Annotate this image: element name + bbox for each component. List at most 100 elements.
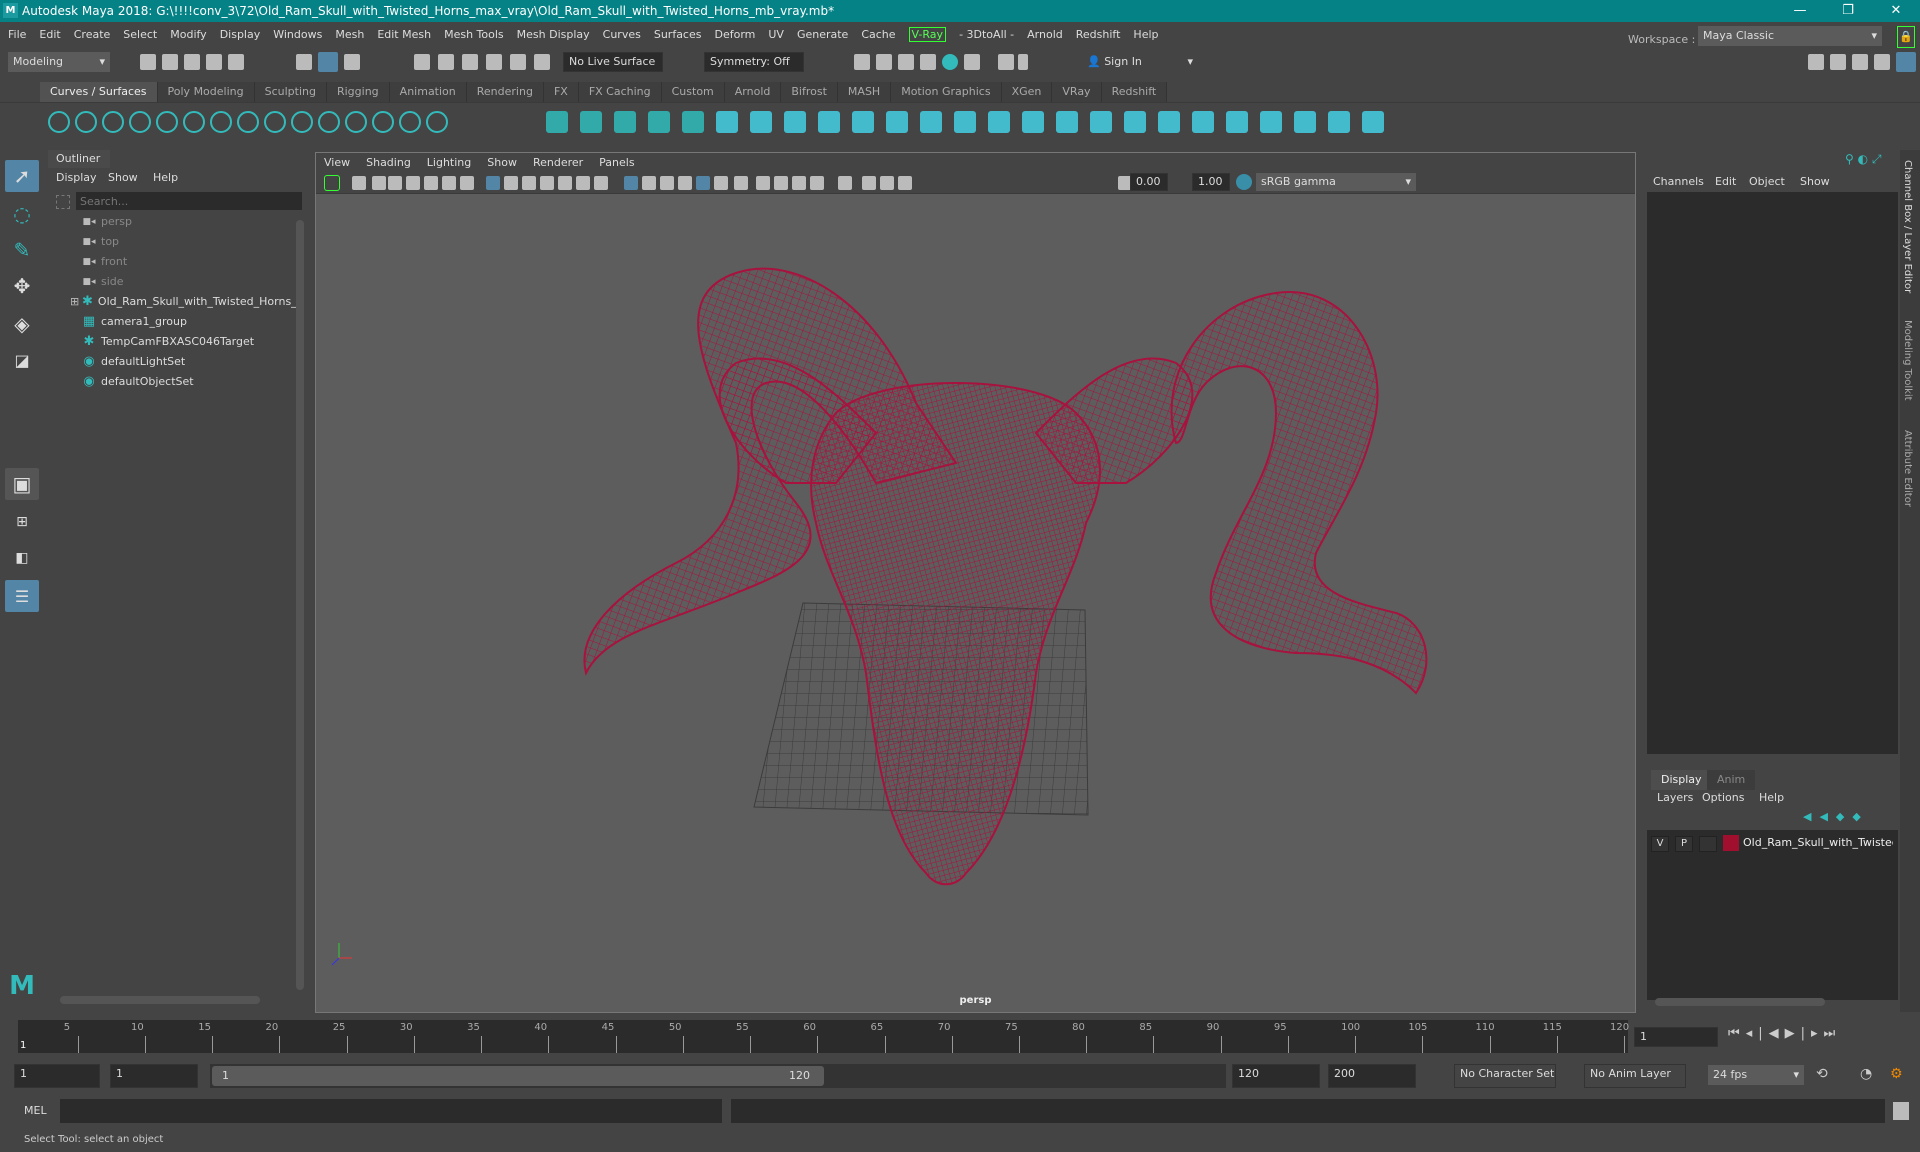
menu-surfaces[interactable]: Surfaces (654, 28, 702, 41)
shelf-tab-custom[interactable]: Custom (661, 82, 725, 102)
pause-icon[interactable] (1018, 54, 1028, 70)
filter-icon[interactable] (56, 195, 70, 209)
shelf-tab-vray[interactable]: VRay (1052, 82, 1102, 102)
human-ik-icon[interactable] (1830, 54, 1846, 70)
single-view-layout-icon[interactable]: ▣ (5, 468, 39, 500)
undo-icon[interactable] (206, 54, 222, 70)
menu-windows[interactable]: Windows (273, 28, 322, 41)
shelf-torus-icon[interactable] (716, 111, 738, 133)
outliner-vertical-scrollbar[interactable] (296, 220, 304, 990)
shelf-curve-h-icon[interactable] (426, 111, 448, 133)
playback-end-field[interactable]: 120 (1232, 1064, 1320, 1088)
anim-preferences-icon[interactable]: ⚙ (1890, 1066, 1903, 1082)
shelf-project-icon[interactable] (1362, 111, 1384, 133)
render-frame-icon[interactable] (854, 54, 870, 70)
outliner-menu-display[interactable]: Display (56, 171, 97, 184)
layer-menu-help[interactable]: Help (1759, 791, 1784, 804)
layer-playback-toggle[interactable]: P (1675, 836, 1693, 852)
two-view-layout-icon[interactable]: ◧ (5, 542, 39, 574)
menu-edit[interactable]: Edit (39, 28, 60, 41)
shelf-tab-fx[interactable]: FX (543, 82, 579, 102)
outliner-tab[interactable]: Outliner (48, 150, 110, 168)
shelf-tab-fx-caching[interactable]: FX Caching (578, 82, 662, 102)
workspace-dropdown[interactable]: Maya Classic ▾ (1698, 26, 1882, 46)
select-tool-icon[interactable]: ➚ (5, 160, 39, 192)
sign-in-button[interactable]: 👤 Sign In ▾ (1082, 52, 1198, 72)
playback-start-field[interactable]: 1 (110, 1064, 198, 1088)
viewport-persp[interactable]: View Shading Lighting Show Renderer Panels 0.… (315, 152, 1636, 1013)
select-component-icon[interactable] (344, 54, 360, 70)
expand-icon[interactable]: ⊞ (70, 292, 79, 312)
outliner-item[interactable]: ■◂ top (52, 232, 292, 252)
layer-menu-options[interactable]: Options (1702, 791, 1744, 804)
shelf-curve-e-icon[interactable] (345, 111, 367, 133)
channel-menu-show[interactable]: Show (1800, 175, 1830, 188)
rotate-tool-icon[interactable]: ◈ (5, 308, 39, 340)
shelf-offset-icon[interactable] (1090, 111, 1112, 133)
snap-point-icon[interactable] (462, 54, 478, 70)
shelf-cone-icon[interactable] (648, 111, 670, 133)
mode-dropdown[interactable]: Modeling ▾ (8, 52, 110, 72)
script-editor-icon[interactable] (1893, 1102, 1909, 1120)
outliner-item[interactable]: ■◂ front (52, 252, 292, 272)
shelf-curve-c-icon[interactable] (291, 111, 313, 133)
menu-select[interactable]: Select (123, 28, 157, 41)
shelf-birail-icon[interactable] (886, 111, 908, 133)
layer-menu-layers[interactable]: Layers (1657, 791, 1693, 804)
hypershade-icon[interactable] (942, 54, 958, 70)
menu-3dtoall[interactable]: - 3DtoAll - (959, 28, 1014, 41)
shelf-cube-icon[interactable] (580, 111, 602, 133)
outliner-item[interactable]: ■◂ persp (52, 212, 292, 232)
range-slider-handle[interactable]: 1 120 (212, 1066, 824, 1086)
shelf-extrude-icon[interactable] (852, 111, 874, 133)
layer-name[interactable]: Old_Ram_Skull_with_Twisted_Horns (1743, 836, 1893, 849)
menu-redshift[interactable]: Redshift (1076, 28, 1121, 41)
shelf-planar-icon[interactable] (818, 111, 840, 133)
shelf-reverse-icon[interactable] (1328, 111, 1350, 133)
shelf-loft-icon[interactable] (750, 111, 772, 133)
attribute-editor-icon[interactable] (1852, 54, 1868, 70)
layer-visibility-toggle[interactable]: V (1651, 836, 1669, 852)
outliner-menu-help[interactable]: Help (153, 171, 178, 184)
shelf-tab-xgen[interactable]: XGen (1001, 82, 1053, 102)
scale-tool-icon[interactable]: ◪ (5, 344, 39, 376)
outliner-item[interactable]: ◉ defaultLightSet (52, 352, 292, 372)
channel-menu-edit[interactable]: Edit (1715, 175, 1736, 188)
shelf-bevel-icon[interactable] (954, 111, 976, 133)
shelf-tab-sculpting[interactable]: Sculpting (254, 82, 327, 102)
shelf-plane-icon[interactable] (682, 111, 704, 133)
render-view-icon[interactable] (964, 54, 980, 70)
menu-uv[interactable]: UV (768, 28, 784, 41)
shelf-tab-curves-surfaces[interactable]: Curves / Surfaces (40, 82, 158, 102)
symmetry-dropdown[interactable]: Symmetry: Off (704, 52, 804, 72)
menu-help[interactable]: Help (1133, 28, 1158, 41)
time-slider[interactable]: 1 5 10 15 20 25 30 35 40 45 50 55 60 65 70 75 80 85 90 95 1… (18, 1020, 1629, 1053)
shelf-boolean-icon[interactable] (920, 111, 942, 133)
mel-command-input[interactable] (60, 1099, 722, 1123)
redo-icon[interactable] (228, 54, 244, 70)
menu-edit-mesh[interactable]: Edit Mesh (377, 28, 431, 41)
fps-dropdown[interactable]: 24 fps ▾ (1708, 1065, 1804, 1085)
shelf-tab-bifrost[interactable]: Bifrost (781, 82, 838, 102)
shelf-curve-b-icon[interactable] (264, 111, 286, 133)
menu-curves[interactable]: Curves (603, 28, 641, 41)
shelf-detach-icon[interactable] (1022, 111, 1044, 133)
outliner-item[interactable]: ▦ camera1_group (52, 312, 292, 332)
snap-view-plane-icon[interactable] (510, 54, 526, 70)
modeling-toolkit-icon[interactable] (1808, 54, 1824, 70)
menu-file[interactable]: File (8, 28, 26, 41)
shelf-curve-d-icon[interactable] (318, 111, 340, 133)
shelf-arc-icon[interactable] (210, 111, 232, 133)
outliner-horizontal-scrollbar[interactable] (60, 996, 260, 1004)
paint-select-tool-icon[interactable]: ✎ (5, 234, 39, 266)
menu-cache[interactable]: Cache (861, 28, 895, 41)
render-settings-icon[interactable] (920, 54, 936, 70)
shelf-curve-a-icon[interactable] (237, 111, 259, 133)
shelf-tab-rigging[interactable]: Rigging (326, 82, 390, 102)
outliner-item[interactable]: ■◂ side (52, 272, 292, 292)
shelf-cv-curve-icon[interactable] (102, 111, 124, 133)
make-live-icon[interactable] (534, 54, 550, 70)
shelf-square-icon[interactable] (75, 111, 97, 133)
mel-label[interactable]: MEL (24, 1104, 47, 1117)
channel-box-icon[interactable] (1896, 52, 1916, 72)
